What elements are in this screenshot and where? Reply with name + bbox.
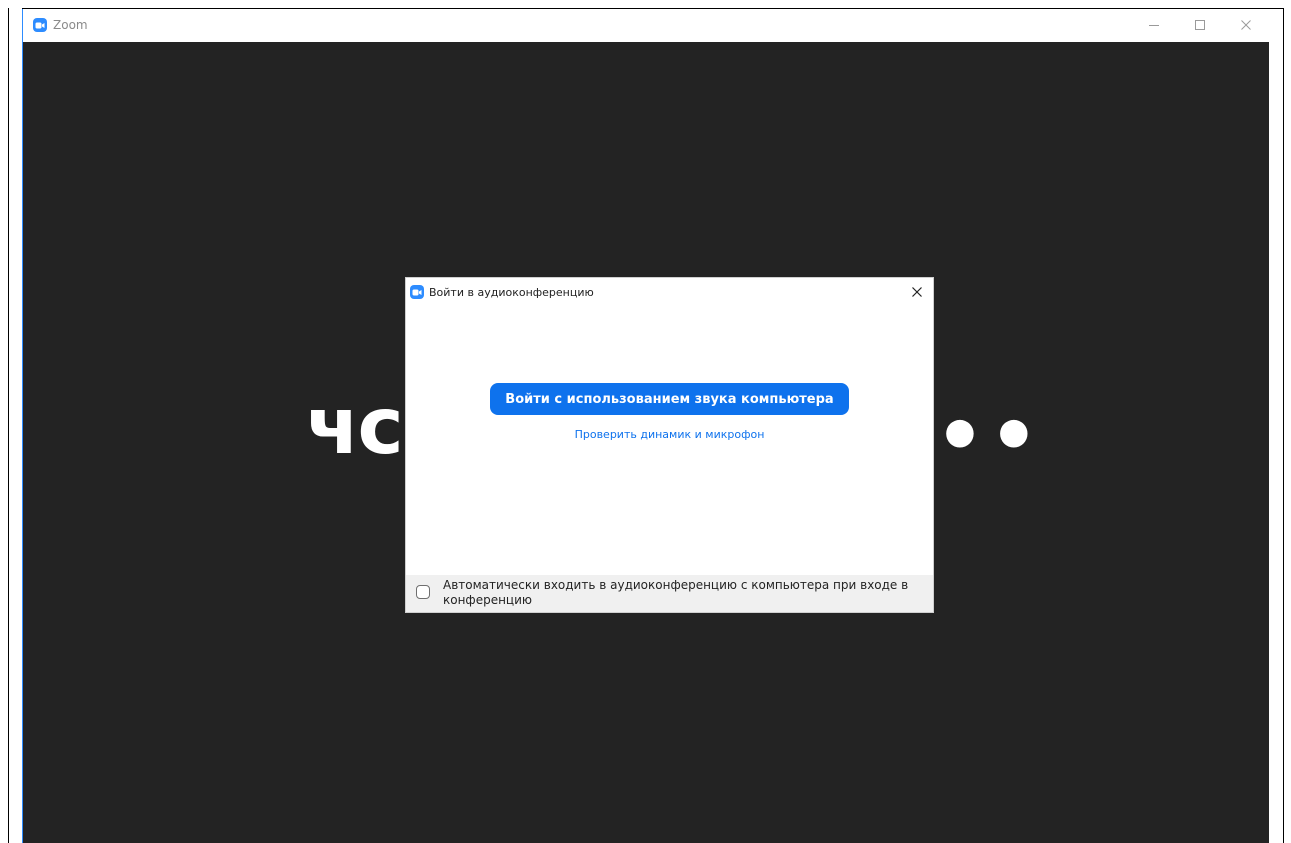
maximize-button[interactable] (1177, 8, 1223, 42)
screen: Zoom чс •• Войти в аудиоконференцию Войт… (0, 0, 1291, 843)
test-speaker-and-microphone-link[interactable]: Проверить динамик и микрофон (406, 428, 933, 441)
join-audio-dialog: Войти в аудиоконференцию Войти с использ… (406, 278, 933, 612)
background-status-dots: •• (935, 392, 1043, 482)
dialog-titlebar: Войти в аудиоконференцию (406, 278, 933, 306)
join-with-computer-audio-button[interactable]: Войти с использованием звука компьютера (490, 383, 849, 415)
minimize-button[interactable] (1131, 8, 1177, 42)
dialog-footer: Автоматически входить в аудиоконференцию… (406, 575, 933, 612)
close-window-button[interactable] (1223, 8, 1269, 42)
window-controls (1131, 8, 1269, 42)
close-icon (1241, 20, 1251, 30)
dialog-title: Войти в аудиоконференцию (429, 285, 594, 299)
auto-join-audio-checkbox[interactable] (416, 585, 430, 599)
zoom-camera-icon (33, 18, 47, 32)
top-border (22, 8, 1284, 9)
left-border (8, 8, 9, 843)
right-border (1283, 8, 1284, 843)
minimize-icon (1149, 25, 1159, 26)
dialog-close-button[interactable] (907, 282, 927, 302)
close-icon (912, 287, 922, 297)
background-status-text: чс (306, 382, 404, 472)
window-titlebar: Zoom (23, 8, 1269, 42)
auto-join-audio-label[interactable]: Автоматически входить в аудиоконференцию… (443, 578, 913, 608)
maximize-icon (1195, 20, 1205, 30)
window-title: Zoom (53, 18, 88, 32)
zoom-camera-icon (410, 285, 424, 299)
